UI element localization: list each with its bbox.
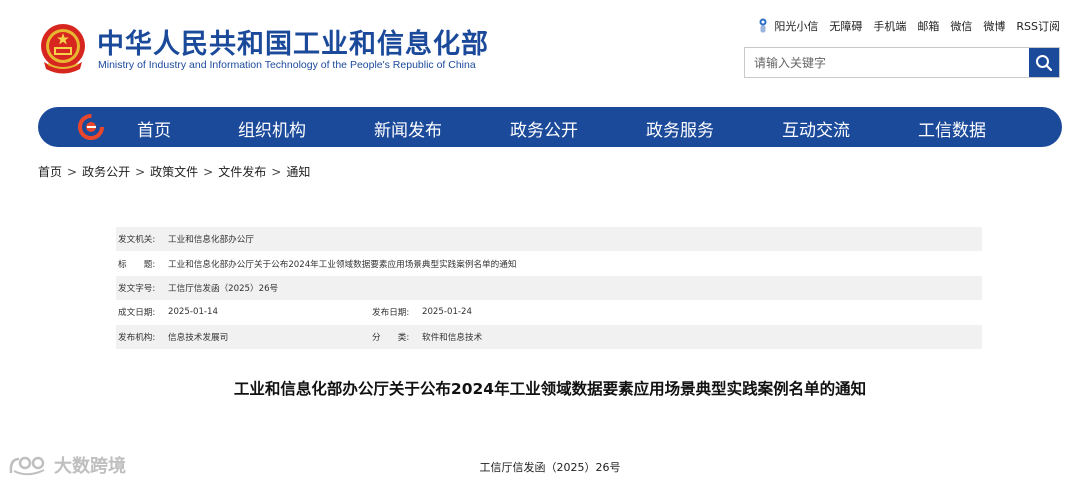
nav-item-data[interactable]: 工信数据 xyxy=(918,116,986,141)
article-doc-number: 工信厅信发函（2025）26号 xyxy=(479,461,621,474)
doc-no-label: 发文字号: xyxy=(118,283,156,294)
breadcrumb: 首页 > 政务公开 > 政策文件 > 文件发布 > 通知 xyxy=(38,163,310,180)
top-link-mobile[interactable]: 手机端 xyxy=(873,18,906,34)
info-row-doc-no: 发文字号: 工信厅信发函（2025）26号 xyxy=(116,275,982,301)
watermark-logo-icon xyxy=(9,456,45,476)
breadcrumb-separator: > xyxy=(203,165,214,179)
top-link-wechat[interactable]: 微信 xyxy=(950,18,972,34)
published-label: 发布日期: xyxy=(372,308,410,319)
info-row-dates: 成文日期: 2025-01-14 发布日期: 2025-01-24 xyxy=(116,300,982,325)
issuer-value: 工业和信息化部办公厅 xyxy=(168,235,254,246)
title-label: 标 题: xyxy=(118,259,156,270)
article-title: 工业和信息化部办公厅关于公布2024年工业领域数据要素应用场景典型实践案例名单的… xyxy=(233,380,867,398)
breadcrumb-government-affairs[interactable]: 政务公开 xyxy=(82,165,130,179)
breadcrumb-separator: > xyxy=(67,165,78,179)
search-button[interactable] xyxy=(1029,48,1059,77)
nav-item-services[interactable]: 政务服务 xyxy=(646,116,714,141)
published-value: 2025-01-24 xyxy=(422,307,472,318)
site-title-en: Ministry of Industry and Information Tec… xyxy=(98,59,476,71)
breadcrumb-file-release[interactable]: 文件发布 xyxy=(218,165,266,179)
national-emblem-icon xyxy=(41,24,85,74)
document-info-table: 发文机关: 工业和信息化部办公厅 标 题: 工业和信息化部办公厅关于公布2024… xyxy=(116,227,982,349)
category-label: 分 类: xyxy=(372,332,410,343)
site-title-cn: 中华人民共和国工业和信息化部 xyxy=(97,29,489,60)
mascot-icon xyxy=(759,18,767,33)
info-row-issuer: 发文机关: 工业和信息化部办公厅 xyxy=(116,227,982,252)
site-header: 中华人民共和国工业和信息化部 Ministry of Industry and … xyxy=(0,0,1068,100)
breadcrumb-notice[interactable]: 通知 xyxy=(286,165,310,179)
watermark: 大数跨境 xyxy=(8,452,126,478)
search-icon xyxy=(1036,54,1053,71)
doc-no-value: 工信厅信发函（2025）26号 xyxy=(168,283,279,294)
nav-item-organization[interactable]: 组织机构 xyxy=(238,116,306,141)
issuer-label: 发文机关: xyxy=(118,235,156,246)
top-links: 阳光小信 无障碍 手机端 邮箱 微信 微博 RSS订阅 xyxy=(757,18,1060,34)
watermark-text: 大数跨境 xyxy=(54,456,126,477)
org-label: 发布机构: xyxy=(118,332,156,343)
breadcrumb-policy-files[interactable]: 政策文件 xyxy=(150,165,198,179)
info-row-title: 标 题: 工业和信息化部办公厅关于公布2024年工业领域数据要素应用场景典型实践… xyxy=(116,251,982,276)
title-value: 工业和信息化部办公厅关于公布2024年工业领域数据要素应用场景典型实践案例名单的… xyxy=(168,259,517,270)
nav-item-news[interactable]: 新闻发布 xyxy=(374,116,442,141)
nav-item-interaction[interactable]: 互动交流 xyxy=(782,116,850,141)
category-value: 软件和信息技术 xyxy=(422,332,483,343)
miit-logo-icon xyxy=(78,114,104,140)
org-value: 信息技术发展司 xyxy=(168,332,229,343)
search-bar xyxy=(744,47,1060,78)
created-label: 成文日期: xyxy=(118,308,156,319)
nav-item-government-affairs[interactable]: 政务公开 xyxy=(510,116,578,141)
main-nav: 首页 组织机构 新闻发布 政务公开 政务服务 互动交流 工信数据 xyxy=(38,107,1062,147)
nav-item-home[interactable]: 首页 xyxy=(137,116,171,141)
breadcrumb-separator: > xyxy=(271,165,282,179)
top-link-weibo[interactable]: 微博 xyxy=(983,18,1005,34)
breadcrumb-separator: > xyxy=(135,165,146,179)
top-link-rss[interactable]: RSS订阅 xyxy=(1016,18,1060,34)
info-row-org: 发布机构: 信息技术发展司 分 类: 软件和信息技术 xyxy=(116,324,982,349)
top-link-sunshine[interactable]: 阳光小信 xyxy=(774,18,818,34)
breadcrumb-home[interactable]: 首页 xyxy=(38,165,62,179)
top-link-mailbox[interactable]: 邮箱 xyxy=(917,18,939,34)
top-link-accessibility[interactable]: 无障碍 xyxy=(829,18,862,34)
search-input[interactable] xyxy=(745,48,1029,77)
created-value: 2025-01-14 xyxy=(168,307,218,318)
